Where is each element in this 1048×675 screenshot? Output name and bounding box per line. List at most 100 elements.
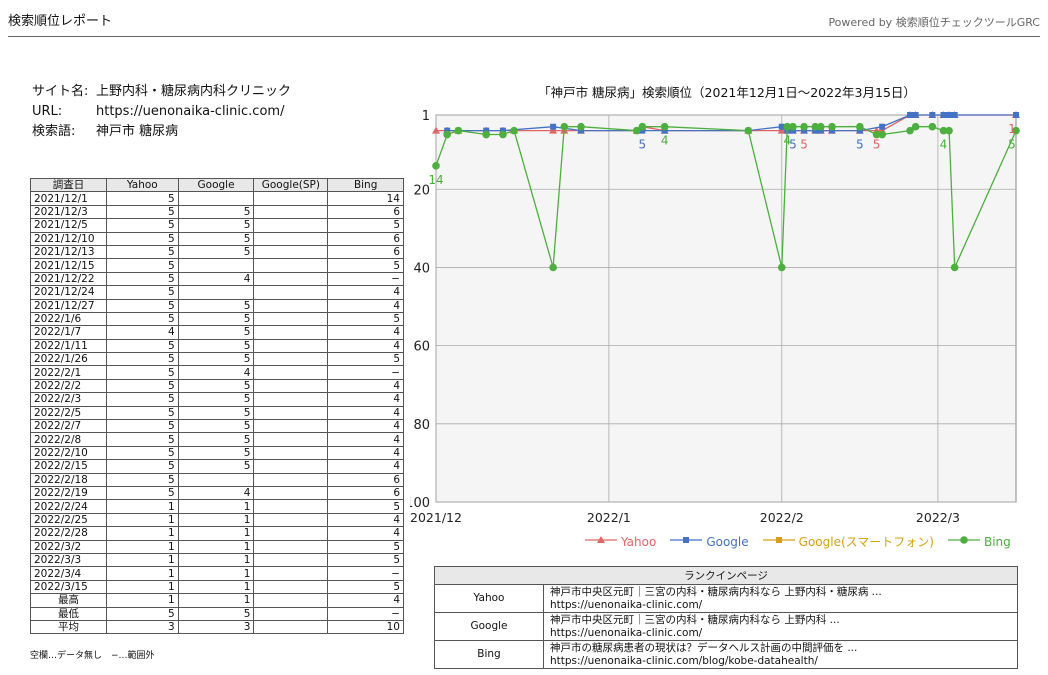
table-cell: 5 <box>177 325 255 340</box>
table-cell <box>253 593 329 608</box>
data-label: 5 <box>800 138 808 152</box>
table-cell: 1 <box>105 552 179 568</box>
data-label: 4 <box>661 134 669 148</box>
table-row: 2022/2/18 5 6 <box>30 472 404 487</box>
table-cell: 2022/2/15 <box>30 459 107 474</box>
landing-row: Bing 神戸市の糖尿病患者の現状は？データヘルス計画の中間評価を ... http… <box>434 640 1018 669</box>
table-row: 2022/1/26 5 5 5 <box>30 352 404 367</box>
table-cell: 2021/12/22 <box>30 271 107 287</box>
table-cell <box>253 204 329 220</box>
bing-point <box>945 126 953 135</box>
table-cell: 1 <box>105 512 179 528</box>
landing-page-url[interactable]: https://uenonaika-clinic.com/ <box>550 599 1011 612</box>
table-cell: 2022/2/7 <box>30 419 107 434</box>
bing-point <box>911 122 920 131</box>
column-header: 調査日 <box>30 177 107 193</box>
table-cell <box>177 285 255 300</box>
bing-point <box>499 130 507 139</box>
table-cell: 4 <box>177 271 255 287</box>
google-point <box>946 112 953 118</box>
table-row: 2022/2/8 5 5 4 <box>30 432 404 447</box>
rank-table-body: 2021/12/1 5 14 2021/12/3 5 5 6 2021/12/5 5 5 5 2021… <box>30 191 404 635</box>
landing-page-body: Yahoo 神戸市中央区元町｜三宮の内科・糖尿病内科なら 上野内科・糖尿病 ...… <box>434 584 1018 669</box>
table-cell: 6 <box>327 244 404 260</box>
table-row: 2022/1/7 4 5 4 <box>30 325 404 340</box>
table-cell: 4 <box>105 325 179 340</box>
table-row: 2022/3/3 1 1 5 <box>30 552 404 568</box>
google-point <box>912 112 919 118</box>
table-row: 2022/3/4 1 1− <box>30 566 404 581</box>
table-cell: 4 <box>327 445 404 461</box>
table-cell <box>253 258 329 273</box>
landing-page-title[interactable]: 神戸市中央区元町｜三宮の内科・糖尿病内科なら 上野内科・糖尿病 ... <box>550 586 1011 599</box>
table-cell <box>253 231 329 246</box>
table-cell: 5 <box>105 445 179 461</box>
table-cell: 2022/2/19 <box>30 485 107 501</box>
table-cell <box>253 325 329 340</box>
table-cell: 5 <box>177 218 255 233</box>
landing-page-url[interactable]: https://uenonaika-clinic.com/ <box>550 627 1011 640</box>
stat-row: 平均 3 3 10 <box>30 619 404 635</box>
table-cell: 2022/2/25 <box>30 512 107 528</box>
landing-page-title[interactable]: 神戸市中央区元町｜三宮の内科・糖尿病内科なら 上野内科 ... <box>550 614 1011 627</box>
column-header: Bing <box>327 177 404 193</box>
table-cell: 5 <box>105 285 179 300</box>
landing-page-title[interactable]: 神戸市の糖尿病患者の現状は？データヘルス計画の中間評価を ... <box>550 642 1011 655</box>
table-cell: 5 <box>105 338 179 354</box>
table-cell: 1 <box>177 566 255 581</box>
landing-row: Yahoo 神戸市中央区元町｜三宮の内科・糖尿病内科なら 上野内科・糖尿病 ...… <box>434 584 1018 613</box>
table-row: 2022/2/1 5 4 − <box>30 365 404 380</box>
table-cell: − <box>327 365 404 380</box>
table-row: 2022/2/7 5 5 4 <box>30 419 404 434</box>
legend-google-icon <box>670 534 703 549</box>
table-cell: 5 <box>105 392 179 407</box>
data-label: 4 <box>940 138 948 152</box>
table-cell: 5 <box>327 579 404 595</box>
table-row: 2021/12/15 5 5 <box>30 258 404 273</box>
table-cell: 5 <box>177 352 255 367</box>
bing-point <box>828 122 836 131</box>
table-cell: 5 <box>327 218 404 233</box>
legend-item-yahoo: Yahoo <box>585 534 656 549</box>
landing-engine: Yahoo <box>434 584 544 613</box>
table-cell <box>253 485 329 501</box>
y-tick-label: 60 <box>413 340 430 355</box>
header-divider <box>8 36 1040 37</box>
table-cell <box>253 512 329 528</box>
table-cell: 2022/3/3 <box>30 552 107 568</box>
table-cell: 2022/2/24 <box>30 499 107 514</box>
table-cell <box>253 552 329 568</box>
legend-google-sp-icon <box>762 534 795 549</box>
table-cell: 4 <box>327 298 404 313</box>
table-cell: 4 <box>327 285 404 300</box>
table-cell: 5 <box>177 244 255 260</box>
legend-label: Google(スマートフォン) <box>798 535 934 549</box>
google-point <box>940 112 947 118</box>
legend-label: Bing <box>983 534 1011 549</box>
table-cell: 4 <box>327 459 404 474</box>
y-tick-label: 80 <box>413 418 430 433</box>
table-cell: 1 <box>177 499 255 514</box>
table-cell: 4 <box>327 512 404 528</box>
legend-label: Yahoo <box>621 534 657 549</box>
table-row: 2021/12/10 5 5 6 <box>30 231 404 246</box>
table-cell: 5 <box>177 459 255 474</box>
table-cell <box>253 579 329 595</box>
landing-page-url[interactable]: https://uenonaika-clinic.com/blog/kobe-d… <box>550 655 1011 668</box>
bing-point <box>777 263 786 272</box>
table-row: 2022/2/25 1 1 4 <box>30 512 404 528</box>
y-tick-label: 100 <box>410 496 430 511</box>
table-cell: 5 <box>105 419 179 434</box>
table-cell: 2022/2/5 <box>30 405 107 421</box>
table-cell: 6 <box>327 231 404 246</box>
table-cell: 5 <box>177 311 255 327</box>
table-cell: 5 <box>327 539 404 554</box>
table-cell: 5 <box>327 499 404 514</box>
legend-bing-icon <box>947 534 980 549</box>
site-label: サイト名: <box>32 84 89 99</box>
table-cell: 2022/3/15 <box>30 579 107 595</box>
google-point <box>929 112 936 118</box>
url-label: URL: <box>32 104 63 119</box>
table-cell: 2022/3/4 <box>30 566 107 581</box>
bing-point <box>928 122 937 131</box>
